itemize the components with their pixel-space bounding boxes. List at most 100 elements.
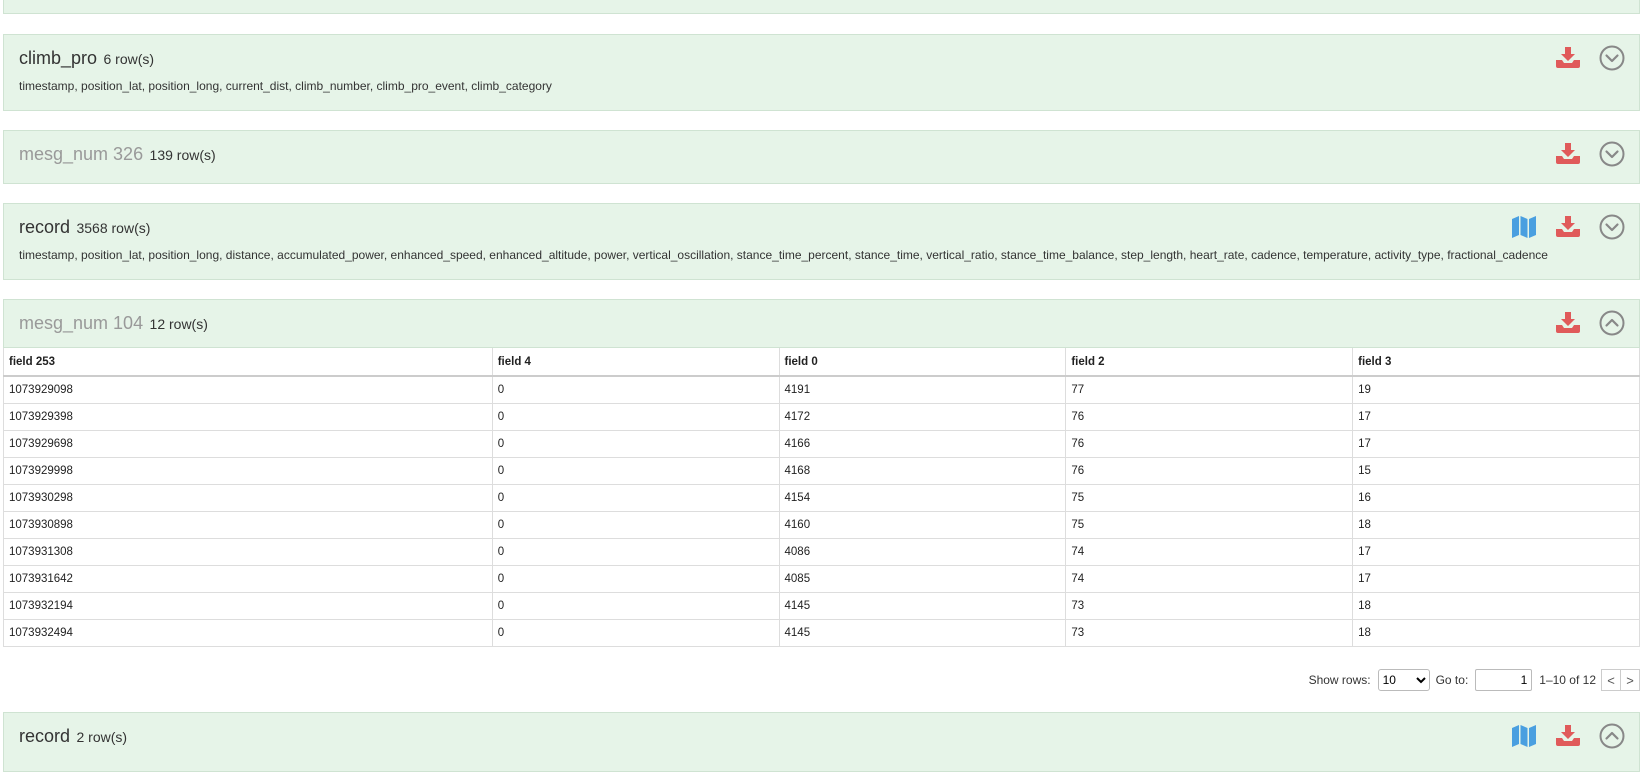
table-cell: 17 <box>1352 403 1640 431</box>
next-page-button[interactable]: > <box>1620 669 1640 691</box>
table-cell: 1073930298 <box>3 484 493 512</box>
expand-toggle-button[interactable] <box>1597 43 1627 73</box>
panel-actions <box>1553 308 1627 338</box>
message-name: climb_pro <box>19 48 98 68</box>
chevron-down-circle-icon <box>1599 141 1625 167</box>
table-row: 1073931642 0 4085 74 17 <box>3 565 1640 593</box>
collapse-toggle-button[interactable] <box>1597 721 1627 751</box>
table-cell: 4154 <box>779 484 1067 512</box>
message-name: record <box>19 217 71 237</box>
panel-title[interactable]: climb_pro 6 row(s) <box>19 48 154 69</box>
download-icon <box>1556 216 1580 237</box>
table-cell: 0 <box>492 403 780 431</box>
download-button[interactable] <box>1553 721 1583 751</box>
column-header[interactable]: field 4 <box>492 348 780 377</box>
table-cell: 73 <box>1065 619 1354 647</box>
panel-title[interactable]: mesg_num 104 12 row(s) <box>19 313 208 334</box>
show-rows-label: Show rows: <box>1308 673 1371 687</box>
download-icon <box>1556 725 1580 746</box>
table-cell: 15 <box>1352 457 1640 485</box>
expand-toggle-button[interactable] <box>1597 212 1627 242</box>
download-button[interactable] <box>1553 139 1583 169</box>
table-cell: 73 <box>1065 592 1354 620</box>
table-cell: 19 <box>1352 376 1640 404</box>
table-cell: 0 <box>492 430 780 458</box>
table-row: 1073929698 0 4166 76 17 <box>3 430 1640 458</box>
row-count: 6 row(s) <box>103 51 155 67</box>
column-header[interactable]: field 0 <box>779 348 1067 377</box>
prev-page-button[interactable]: < <box>1601 669 1621 691</box>
table-cell: 0 <box>492 538 780 566</box>
table-cell: 18 <box>1352 619 1640 647</box>
table-cell: 18 <box>1352 592 1640 620</box>
table-row: 1073932194 0 4145 73 18 <box>3 592 1640 620</box>
table-cell: 4145 <box>779 619 1067 647</box>
pagination: Show rows: 10 Go to: 1–10 of 12 < > <box>1309 668 1640 692</box>
message-name: mesg_num 104 <box>19 313 144 333</box>
map-button[interactable] <box>1509 212 1539 242</box>
map-button[interactable] <box>1509 721 1539 751</box>
table-cell: 1073929398 <box>3 403 493 431</box>
download-icon <box>1556 143 1580 164</box>
rows-per-page-select[interactable]: 10 <box>1377 669 1430 691</box>
table-cell: 74 <box>1065 538 1354 566</box>
table-cell: 4166 <box>779 430 1067 458</box>
column-header[interactable]: field 3 <box>1352 348 1640 377</box>
panel-actions <box>1509 212 1627 242</box>
goto-page-input[interactable] <box>1475 669 1533 691</box>
table-cell: 4086 <box>779 538 1067 566</box>
row-count: 2 row(s) <box>76 729 128 745</box>
table-cell: 0 <box>492 484 780 512</box>
table-cell: 1073932494 <box>3 619 493 647</box>
table-cell: 1073932194 <box>3 592 493 620</box>
panel-record: record 3568 row(s) timestamp, position_l… <box>3 203 1640 280</box>
table-cell: 75 <box>1065 511 1354 539</box>
table-cell: 74 <box>1065 565 1354 593</box>
table-cell: 4085 <box>779 565 1067 593</box>
panel-actions <box>1553 139 1627 169</box>
table-row: 1073932494 0 4145 73 18 <box>3 619 1640 647</box>
table-cell: 1073931308 <box>3 538 493 566</box>
download-button[interactable] <box>1553 308 1583 338</box>
table-cell: 77 <box>1065 376 1354 404</box>
table-cell: 75 <box>1065 484 1354 512</box>
table-cell: 4145 <box>779 592 1067 620</box>
table-cell: 76 <box>1065 457 1354 485</box>
goto-label: Go to: <box>1435 673 1469 687</box>
download-button[interactable] <box>1553 43 1583 73</box>
table-cell: 76 <box>1065 430 1354 458</box>
expand-toggle-button[interactable] <box>1597 139 1627 169</box>
chevron-up-circle-icon <box>1599 723 1625 749</box>
column-header[interactable]: field 253 <box>3 348 493 377</box>
table-cell: 0 <box>492 592 780 620</box>
column-header[interactable]: field 2 <box>1065 348 1354 377</box>
table-cell: 17 <box>1352 565 1640 593</box>
collapse-toggle-button[interactable] <box>1597 308 1627 338</box>
panel-actions <box>1509 721 1627 751</box>
message-name: mesg_num 326 <box>19 144 144 164</box>
row-count: 12 row(s) <box>149 316 208 332</box>
table-cell: 1073929098 <box>3 376 493 404</box>
panel-record-2: record 2 row(s) <box>3 712 1640 772</box>
row-count: 139 row(s) <box>149 147 216 163</box>
table-cell: 0 <box>492 376 780 404</box>
download-icon <box>1556 47 1580 68</box>
table-row: 1073929398 0 4172 76 17 <box>3 403 1640 431</box>
table-row: 1073930298 0 4154 75 16 <box>3 484 1640 512</box>
panel-mesg-num-104: mesg_num 104 12 row(s) <box>3 299 1640 348</box>
panel-title[interactable]: mesg_num 326 139 row(s) <box>19 144 216 165</box>
table-cell: 1073929998 <box>3 457 493 485</box>
table-cell: 0 <box>492 565 780 593</box>
chevron-up-circle-icon <box>1599 310 1625 336</box>
table-cell: 18 <box>1352 511 1640 539</box>
table-row: 1073929998 0 4168 76 15 <box>3 457 1640 485</box>
panel-title[interactable]: record 2 row(s) <box>19 726 127 747</box>
panel-actions <box>1553 43 1627 73</box>
page-range: 1–10 of 12 <box>1539 673 1596 687</box>
table-cell: 16 <box>1352 484 1640 512</box>
table-row: 1073929098 0 4191 77 19 <box>3 376 1640 404</box>
field-list: timestamp, position_lat, position_long, … <box>19 79 552 93</box>
download-icon <box>1556 312 1580 333</box>
panel-title[interactable]: record 3568 row(s) <box>19 217 150 238</box>
download-button[interactable] <box>1553 212 1583 242</box>
